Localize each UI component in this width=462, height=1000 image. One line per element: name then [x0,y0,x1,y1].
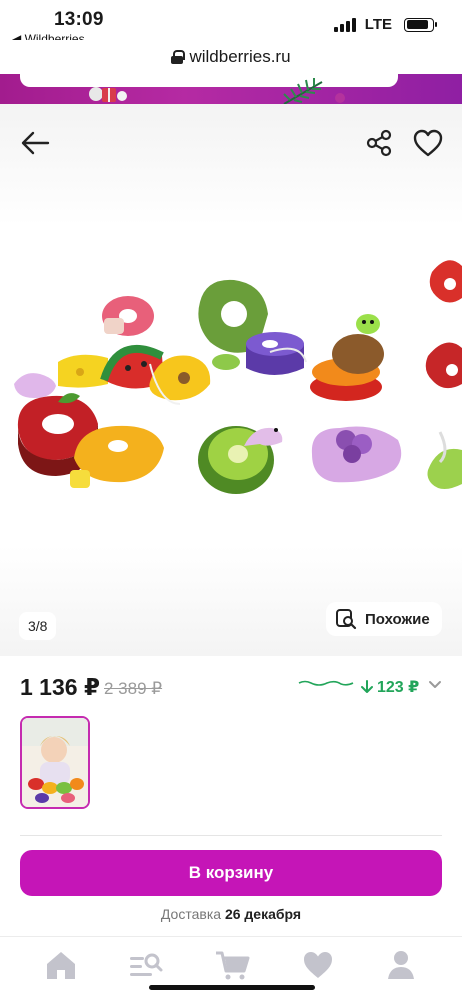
old-price: 2 389 ₽ [104,679,163,698]
price-drop-amount: 123 ₽ [377,679,420,696]
heart-icon[interactable] [412,128,444,158]
lock-icon [171,50,186,64]
gift-decoration-icon [89,87,127,102]
tab-catalog[interactable] [126,949,166,985]
pine-branch-decoration-icon [283,78,345,104]
battery-icon [404,17,437,32]
cart-icon [216,951,250,980]
home-icon [47,952,75,979]
delivery-info: Доставка 26 декабря [0,906,462,922]
tab-cart[interactable] [213,949,253,985]
search-similar-icon [336,609,357,630]
tab-favorites[interactable] [298,949,338,985]
arrow-down-icon [361,680,373,693]
price-row: 1 136 ₽ 2 389 ₽ 123 ₽ [0,668,462,708]
signal-icon [333,17,356,32]
status-indicators: LTE [333,16,437,33]
bottom-tab-bar [0,936,462,1000]
product-gallery[interactable]: 3/8 Похожие [0,104,462,656]
price-drop-badge[interactable]: 123 ₽ [361,677,419,697]
network-type: LTE [364,16,392,33]
profile-icon [388,951,414,979]
gallery-counter: 3/8 [19,612,57,640]
similar-label: Похожие [365,610,430,628]
price-history-sparkline[interactable] [298,676,354,690]
similar-button[interactable]: Похожие [326,602,442,636]
tab-profile[interactable] [381,949,421,985]
product-photo[interactable] [0,232,462,532]
variant-thumbnail[interactable] [20,716,90,809]
status-bar: 13:09 ◀ Wildberries LTE [0,0,462,46]
delivery-date: 26 декабря [224,906,302,922]
back-arrow-icon[interactable] [18,128,52,158]
catalog-search-icon [130,953,163,976]
divider [20,835,442,836]
add-to-cart-button[interactable]: В корзину [20,850,442,896]
status-time: 13:09 [54,9,104,30]
url-bar[interactable]: wildberries.ru [0,40,462,74]
current-price: 1 136 ₽ [20,674,100,700]
url-text: wildberries.ru [189,47,291,66]
thumbnail-photo [22,718,88,807]
delivery-label: Доставка [160,906,222,922]
home-indicator [149,985,315,990]
tab-home[interactable] [41,949,81,985]
promo-banner[interactable] [0,74,462,104]
chevron-down-icon[interactable] [428,678,442,692]
share-icon[interactable] [364,128,394,158]
favorites-icon [304,952,332,978]
